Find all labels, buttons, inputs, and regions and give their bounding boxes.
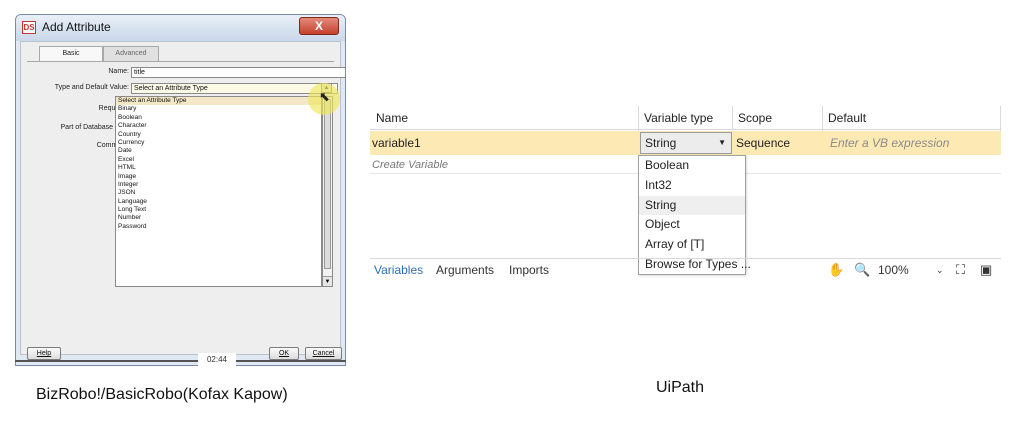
uipath-variables-panel: Name Variable type Scope Default variabl… xyxy=(370,106,1001,280)
video-timer: 02:44 xyxy=(198,353,236,366)
chevron-down-icon[interactable]: ⌄ xyxy=(936,265,944,276)
variable-type-dropdown: Boolean Int32 String Object Array of [T]… xyxy=(638,155,751,275)
type-option-string[interactable]: String xyxy=(639,195,745,216)
dropdown-option[interactable]: Boolean xyxy=(116,114,321,122)
ok-button[interactable]: OK xyxy=(269,347,299,360)
hand-pan-icon[interactable]: ✋ xyxy=(828,262,844,278)
dropdown-option[interactable]: Country xyxy=(116,131,321,139)
variable-name-cell[interactable]: variable1 xyxy=(368,131,421,155)
app-logo-icon: DS xyxy=(22,21,36,34)
dropdown-option[interactable]: Select an Attribute Type xyxy=(116,97,321,106)
dropdown-option[interactable]: Date xyxy=(116,147,321,155)
dropdown-option[interactable]: Integer xyxy=(116,181,321,189)
scrollbar-thumb[interactable] xyxy=(324,99,331,269)
db-key-label: Part of Database Key: xyxy=(60,124,129,131)
help-button[interactable]: Help xyxy=(27,347,61,360)
mouse-cursor-icon: ⬉ xyxy=(319,89,330,104)
dropdown-scrollbar[interactable]: ▼ xyxy=(322,96,333,287)
chevron-down-icon: ▼ xyxy=(718,138,726,147)
help-button-label: Help xyxy=(36,350,52,357)
variables-header-row: Name Variable type Scope Default xyxy=(370,106,1001,130)
type-option-object[interactable]: Object xyxy=(639,215,745,235)
variable-type-combobox[interactable]: String ▼ xyxy=(640,132,732,154)
dropdown-option[interactable]: Long Text xyxy=(116,206,321,214)
dropdown-option[interactable]: Binary xyxy=(116,105,321,113)
cancel-button-label: Cancel xyxy=(312,350,335,357)
overview-icon[interactable]: ▣ xyxy=(980,262,992,278)
tab-advanced[interactable]: Advanced xyxy=(103,46,159,62)
name-field[interactable]: title xyxy=(131,67,345,78)
cancel-button[interactable]: Cancel xyxy=(305,347,342,360)
name-label: Name: xyxy=(108,68,129,75)
ok-button-label: OK xyxy=(278,350,290,357)
fit-to-screen-icon[interactable]: ⛶ xyxy=(956,262,965,278)
video-progress-line xyxy=(15,360,346,362)
dropdown-option[interactable]: Currency xyxy=(116,139,321,147)
type-option-int32[interactable]: Int32 xyxy=(639,176,745,196)
variable-type-value: String xyxy=(645,136,677,150)
comment-label: Comment: xyxy=(96,142,129,149)
default-value-input[interactable]: Enter a VB expression xyxy=(826,131,949,155)
zoom-level[interactable]: 100% xyxy=(878,259,909,281)
tab-arguments[interactable]: Arguments xyxy=(436,259,494,281)
add-attribute-dialog: DS Add Attribute X Basic Advanced Name: … xyxy=(15,14,346,366)
column-header-name[interactable]: Name xyxy=(372,106,408,130)
dropdown-option[interactable]: JSON xyxy=(116,189,321,197)
variable-row[interactable]: variable1 String ▼ Sequence Enter a VB e… xyxy=(370,131,1001,155)
close-button[interactable]: X xyxy=(299,17,339,35)
column-header-variable-type[interactable]: Variable type xyxy=(640,106,713,130)
dropdown-option[interactable]: Image xyxy=(116,173,321,181)
magnifier-icon[interactable]: 🔍 xyxy=(854,262,870,278)
type-option-array[interactable]: Array of [T] xyxy=(639,235,745,255)
tab-variables[interactable]: Variables xyxy=(374,259,423,281)
dialog-title: Add Attribute xyxy=(42,20,111,34)
attribute-type-dropdown: Select an Attribute Type Binary Boolean … xyxy=(115,96,322,287)
dropdown-option[interactable]: Number xyxy=(116,214,321,222)
dropdown-option[interactable]: Excel xyxy=(116,156,321,164)
tab-imports[interactable]: Imports xyxy=(509,259,549,281)
dialog-title-bar[interactable]: DS Add Attribute X xyxy=(16,15,345,41)
dropdown-option[interactable]: Language xyxy=(116,198,321,206)
dropdown-option[interactable]: Character xyxy=(116,122,321,130)
column-header-scope[interactable]: Scope xyxy=(734,106,772,130)
dropdown-option[interactable]: Password xyxy=(116,223,321,231)
scope-cell[interactable]: Sequence xyxy=(732,131,790,155)
tab-divider xyxy=(27,61,334,62)
scroll-down-arrow-icon[interactable]: ▼ xyxy=(323,276,332,286)
attribute-type-select[interactable]: Select an Attribute Type xyxy=(131,83,338,94)
caption-bizrobo: BizRobo!/BasicRobo(Kofax Kapow) xyxy=(36,386,288,403)
type-option-boolean[interactable]: Boolean xyxy=(639,156,745,176)
caption-uipath: UiPath xyxy=(656,379,705,396)
required-label: Required: xyxy=(98,105,129,112)
column-header-default[interactable]: Default xyxy=(824,106,866,130)
panel-footer: Variables Arguments Imports ✋ 🔍 100% ⌄ ⛶… xyxy=(370,258,1001,280)
tab-basic[interactable]: Basic xyxy=(39,46,103,62)
type-default-label: Type and Default Value: xyxy=(54,84,129,91)
dropdown-option[interactable]: HTML xyxy=(116,164,321,172)
